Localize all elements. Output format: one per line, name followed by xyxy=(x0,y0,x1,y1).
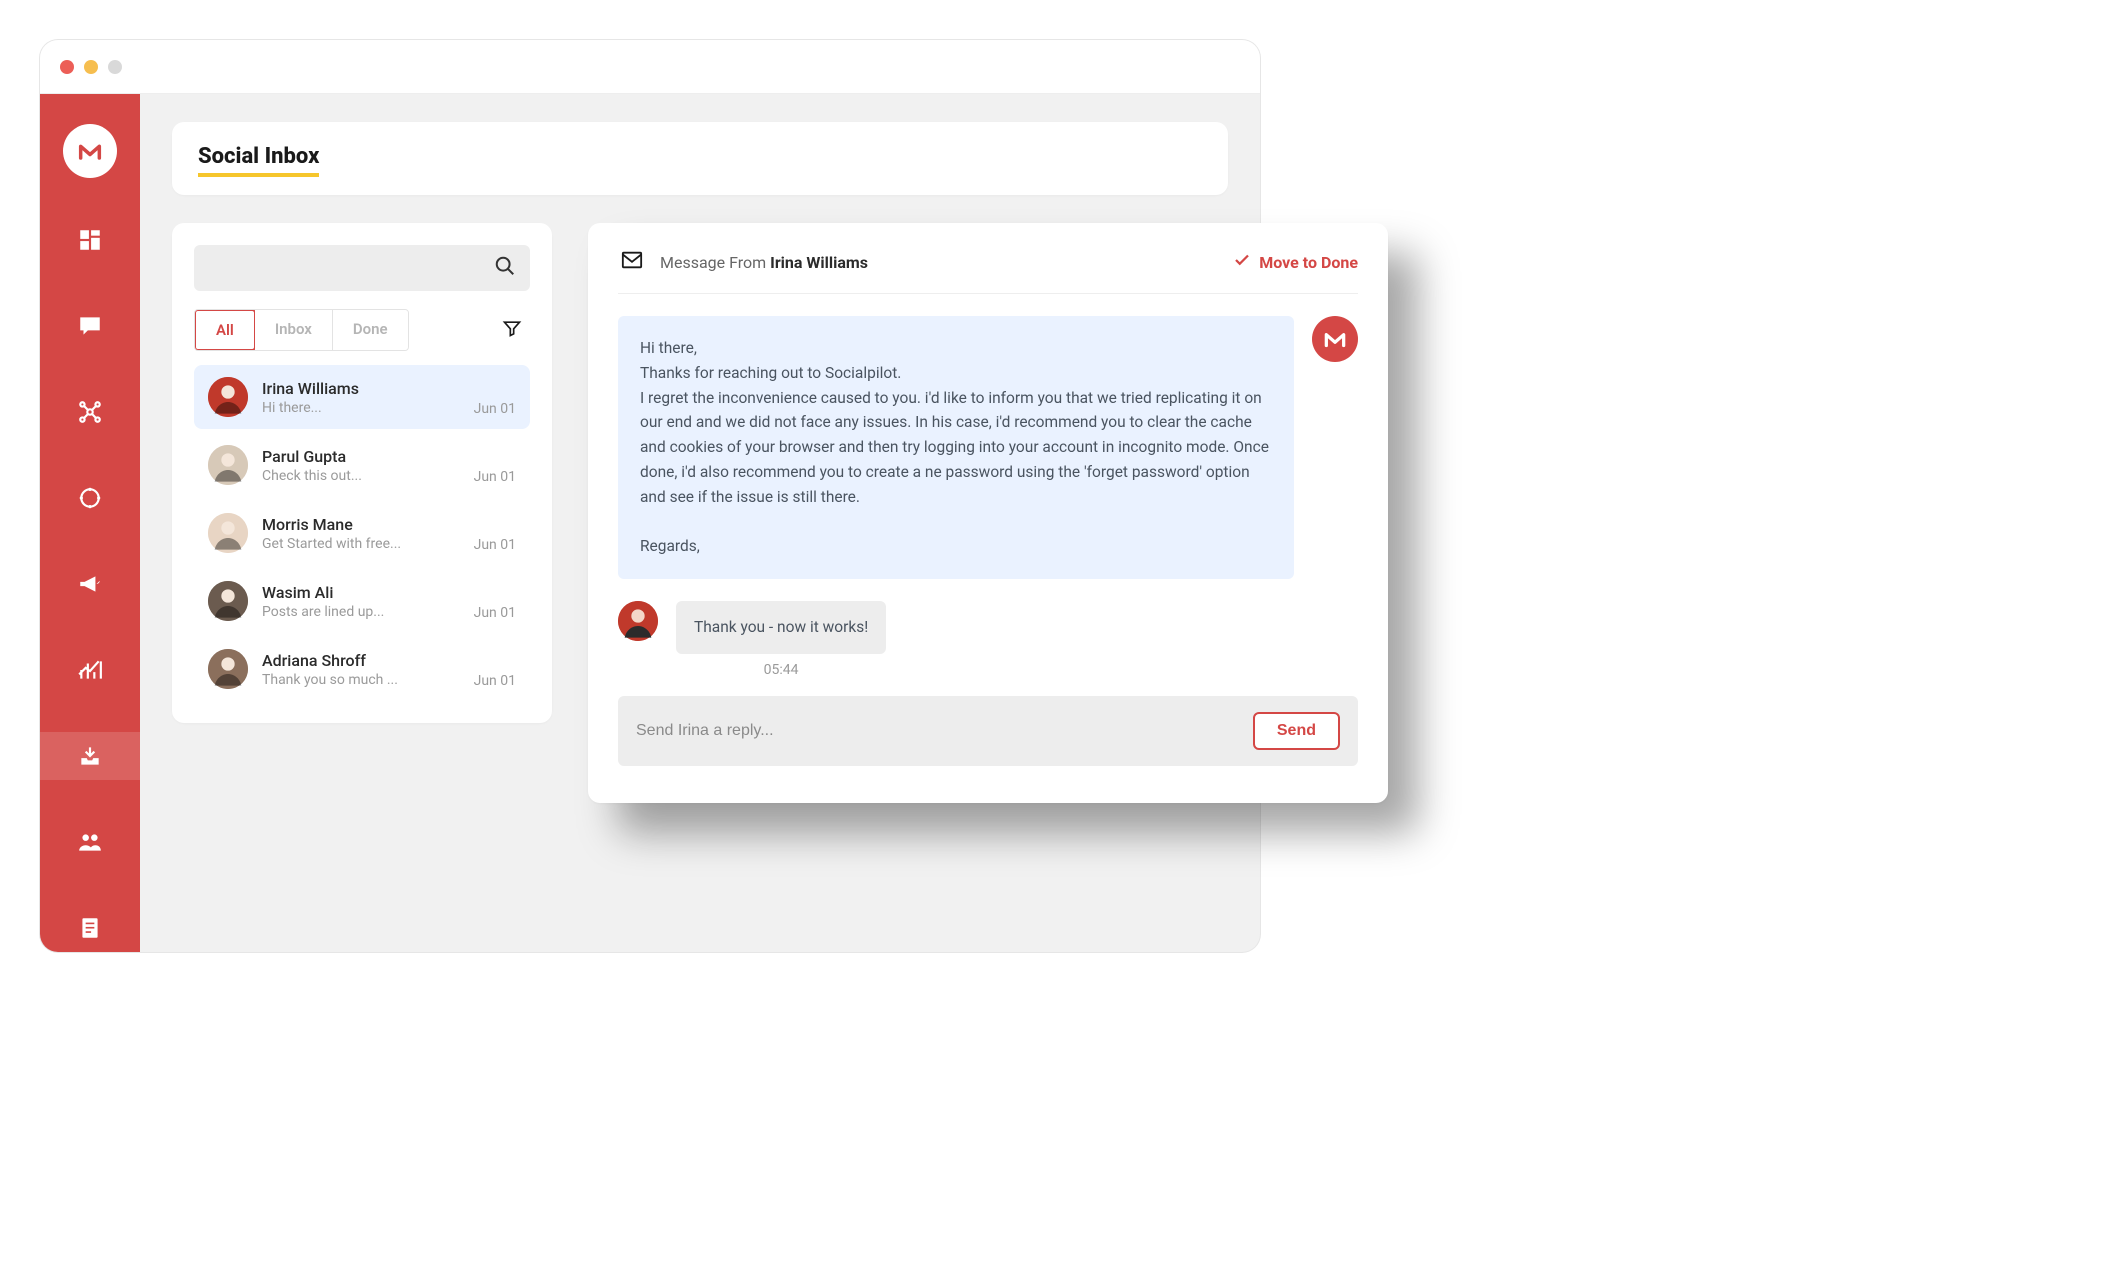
conversation-date: Jun 01 xyxy=(474,673,516,689)
nav-analytics-icon[interactable] xyxy=(40,646,140,694)
conversation-name: Irina Williams xyxy=(262,379,460,398)
nav-chat-icon[interactable] xyxy=(40,302,140,350)
tab-inbox[interactable]: Inbox xyxy=(255,310,333,350)
move-to-done-label: Move to Done xyxy=(1259,253,1358,272)
agent-message-bubble: Hi there,Thanks for reaching out to Soci… xyxy=(618,316,1294,579)
window-close[interactable] xyxy=(60,60,74,74)
conversation-item[interactable]: Parul Gupta Check this out... Jun 01 xyxy=(194,433,530,497)
conversation-preview: Posts are lined up... xyxy=(262,604,460,620)
conversation-preview: Hi there... xyxy=(262,400,460,416)
reply-input[interactable] xyxy=(636,722,1241,740)
nav-document-icon[interactable] xyxy=(40,904,140,952)
user-avatar xyxy=(618,601,658,641)
search-input[interactable] xyxy=(194,245,530,291)
nav-network-icon[interactable] xyxy=(40,388,140,436)
conversation-date: Jun 01 xyxy=(474,401,516,417)
conversation-name: Adriana Shroff xyxy=(262,651,460,670)
nav-dashboard-icon[interactable] xyxy=(40,216,140,264)
conversation-preview: Get Started with free... xyxy=(262,536,460,552)
send-button[interactable]: Send xyxy=(1253,712,1340,750)
conversation-date: Jun 01 xyxy=(474,537,516,553)
sidebar xyxy=(40,94,140,952)
inbox-tabs: All Inbox Done xyxy=(194,309,409,351)
page-title: Social Inbox xyxy=(198,144,319,177)
avatar xyxy=(208,581,248,621)
conversation-date: Jun 01 xyxy=(474,605,516,621)
agent-avatar xyxy=(1312,316,1358,362)
conversation-item[interactable]: Adriana Shroff Thank you so much ... Jun 0… xyxy=(194,637,530,701)
page-header: Social Inbox xyxy=(172,122,1228,195)
nav-inbox-icon[interactable] xyxy=(40,732,140,780)
avatar xyxy=(208,649,248,689)
conversation-date: Jun 01 xyxy=(474,469,516,485)
tab-all[interactable]: All xyxy=(194,309,256,351)
message-detail: Message From Irina Williams Move to Done… xyxy=(588,223,1388,803)
conversation-item[interactable]: Morris Mane Get Started with free... Jun 0… xyxy=(194,501,530,565)
message-time: 05:44 xyxy=(764,662,799,678)
window-minimize[interactable] xyxy=(84,60,98,74)
nav-announce-icon[interactable] xyxy=(40,560,140,608)
from-name: Irina Williams xyxy=(770,253,868,272)
title-bar xyxy=(40,40,1260,94)
conversation-item[interactable]: Irina Williams Hi there... Jun 01 xyxy=(194,365,530,429)
main-content: Social Inbox All Inbox xyxy=(140,94,1260,952)
agent-message-row: Hi there,Thanks for reaching out to Soci… xyxy=(618,316,1358,579)
app-logo[interactable] xyxy=(63,124,117,178)
avatar xyxy=(208,377,248,417)
inbox-panel: All Inbox Done Irina Williams Hi there...… xyxy=(172,223,552,723)
nav-lifecycle-icon[interactable] xyxy=(40,474,140,522)
window-maximize[interactable] xyxy=(108,60,122,74)
conversation-name: Morris Mane xyxy=(262,515,460,534)
search-icon xyxy=(494,255,516,281)
user-message-row: Thank you - now it works! 05:44 xyxy=(618,601,1358,678)
window-controls xyxy=(60,60,122,74)
reply-box: Send xyxy=(618,696,1358,766)
conversation-name: Parul Gupta xyxy=(262,447,460,466)
conversation-name: Wasim Ali xyxy=(262,583,460,602)
app-window: Social Inbox All Inbox xyxy=(40,40,1260,952)
conversation-item[interactable]: Wasim Ali Posts are lined up... Jun 01 xyxy=(194,569,530,633)
conversation-preview: Check this out... xyxy=(262,468,460,484)
nav-team-icon[interactable] xyxy=(40,818,140,866)
from-prefix: Message From xyxy=(660,253,770,272)
conversation-preview: Thank you so much ... xyxy=(262,672,460,688)
avatar xyxy=(208,445,248,485)
conversation-list: Irina WilliamsHi there...Jun 01Parul Gup… xyxy=(194,365,530,701)
move-to-done-button[interactable]: Move to Done xyxy=(1233,251,1358,273)
message-from: Message From Irina Williams xyxy=(660,253,868,272)
mail-icon xyxy=(618,249,646,275)
filter-icon[interactable] xyxy=(494,310,530,350)
user-message-bubble: Thank you - now it works! xyxy=(676,601,886,654)
check-icon xyxy=(1233,251,1251,273)
tab-done[interactable]: Done xyxy=(333,310,408,350)
avatar xyxy=(208,513,248,553)
